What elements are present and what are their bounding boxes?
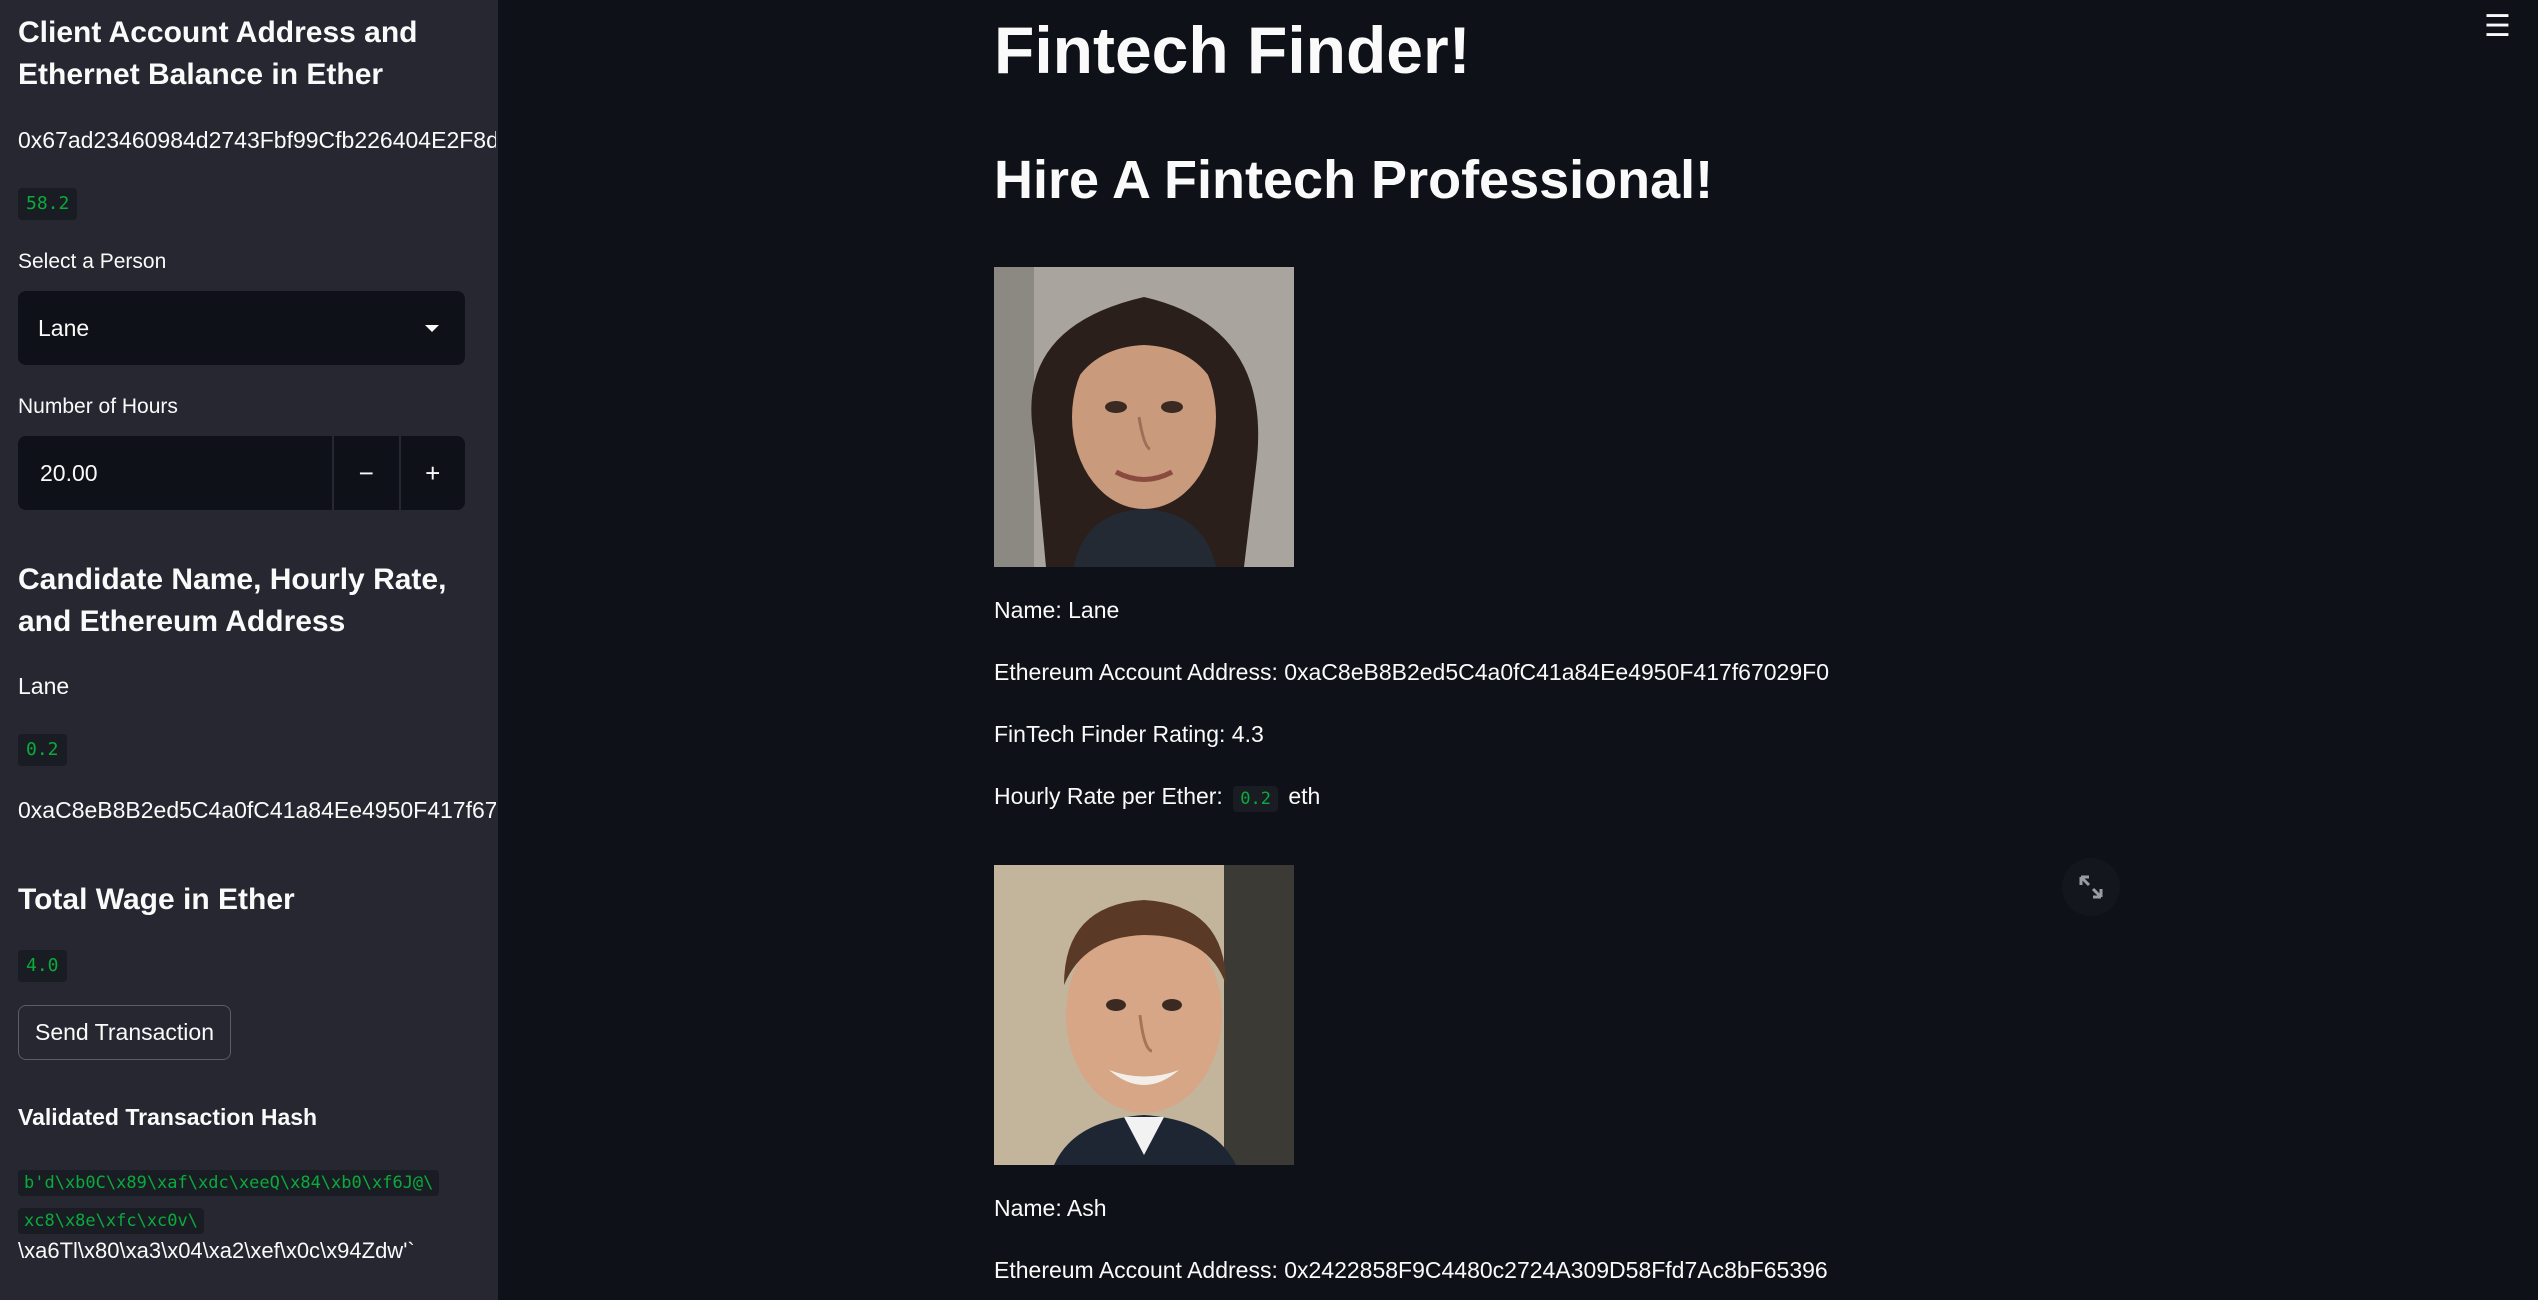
candidate-name-line: Name: Ash <box>994 1195 1107 1221</box>
candidate-rating-line: FinTech Finder Rating: 4.3 <box>994 721 1264 747</box>
candidate-rate: 0.2 <box>18 734 67 766</box>
candidate-name-line: Name: Lane <box>994 597 1120 623</box>
candidate-address: 0xaC8eB8B2ed5C4a0fC41a84Ee4950F417f67029 <box>18 797 496 823</box>
candidate-photo-ash <box>994 865 1294 1165</box>
hash-tail: \xa6Tl\x80\xa3\x04\xa2\xef\x0c\x94Zdw'` <box>18 1238 415 1263</box>
hash-label: Validated Transaction Hash <box>18 1104 318 1130</box>
client-heading: Client Account Address and Ethernet Bala… <box>18 16 418 91</box>
hours-input[interactable] <box>18 436 332 510</box>
sidebar: Client Account Address and Ethernet Bala… <box>0 0 498 1300</box>
person-select[interactable]: Lane <box>18 291 465 365</box>
expand-icon[interactable] <box>2062 858 2120 916</box>
person-select-value: Lane <box>38 314 90 341</box>
hash-code-line-1: b'd\xb0C\x89\xaf\xdc\xeeQ\x84\xb0\xf6J@\ <box>18 1170 440 1196</box>
total-wage-value: 4.0 <box>18 950 67 982</box>
client-address: 0x67ad23460984d2743Fbf99Cfb226404E2F8d2A <box>18 127 496 153</box>
hamburger-icon[interactable]: ☰ <box>2484 12 2514 42</box>
total-wage-heading: Total Wage in Ether <box>18 883 295 916</box>
increment-button[interactable]: + <box>398 436 465 510</box>
rate-value: 0.2 <box>1233 786 1278 812</box>
send-transaction-button[interactable]: Send Transaction <box>18 1005 231 1060</box>
rate-prefix: Hourly Rate per Ether: <box>994 783 1223 809</box>
candidate-address-line: Ethereum Account Address: 0x2422858F9C44… <box>994 1257 1828 1283</box>
client-balance: 58.2 <box>18 188 78 220</box>
page-subtitle: Hire A Fintech Professional! <box>994 150 1714 210</box>
hours-stepper: − + <box>18 436 465 510</box>
hash-code-line-2: xc8\x8e\xfc\xc0v\ <box>18 1208 204 1234</box>
hours-label: Number of Hours <box>18 395 178 418</box>
candidate-rate-line: Hourly Rate per Ether: 0.2 eth <box>994 780 1320 815</box>
candidate-name: Lane <box>18 673 70 699</box>
candidate-address-line: Ethereum Account Address: 0xaC8eB8B2ed5C… <box>994 659 1829 685</box>
decrement-button[interactable]: − <box>332 436 399 510</box>
candidate-photo-lane <box>994 267 1294 567</box>
rate-suffix: eth <box>1288 783 1321 809</box>
page-title: Fintech Finder! <box>994 13 1471 87</box>
transaction-hash-code: b'd\xb0C\x89\xaf\xdc\xeeQ\x84\xb0\xf6J@\… <box>18 1164 478 1240</box>
select-person-label: Select a Person <box>18 250 167 273</box>
chevron-down-icon <box>425 324 439 332</box>
candidate-heading: Candidate Name, Hourly Rate, and Ethereu… <box>18 563 447 638</box>
